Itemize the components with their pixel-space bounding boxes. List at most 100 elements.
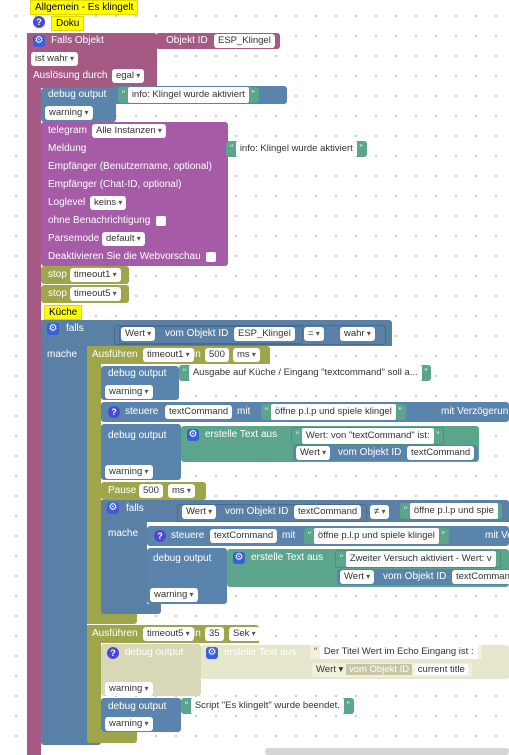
debug-level-6[interactable]: warning xyxy=(105,717,153,731)
telegram-label: telegram xyxy=(48,125,87,136)
string-block-2[interactable]: “ Ausgabe auf Küche / Eingang "textcomma… xyxy=(179,365,432,381)
gear-icon[interactable]: ⚙ xyxy=(206,647,218,659)
if-block-1-spine xyxy=(41,320,87,740)
timeout-block-5-bottom xyxy=(87,731,137,743)
gear-icon[interactable]: ⚙ xyxy=(33,35,45,47)
mache-label-2: mache xyxy=(108,528,139,539)
help-icon[interactable]: ? xyxy=(33,16,45,28)
ohne-benachrichtigung-checkbox[interactable] xyxy=(156,216,166,226)
object-id-field-3[interactable]: textCommand xyxy=(407,446,475,460)
object-id-field-2[interactable]: textCommand xyxy=(294,505,362,519)
webvorschau-checkbox[interactable] xyxy=(206,252,216,262)
parsemode-label: Parsemode xyxy=(48,233,100,244)
steuere-target-2[interactable]: textCommand xyxy=(210,529,278,543)
mit-label-1: mit xyxy=(237,406,251,417)
stop-label-2: stop xyxy=(48,288,67,299)
object-id-field-1[interactable]: ESP_Klingel xyxy=(234,327,295,341)
loglevel-label: Loglevel xyxy=(48,197,86,208)
timeout-name-dropdown-5[interactable]: timeout5 xyxy=(143,627,194,641)
timeout-name-dropdown-1[interactable]: timeout1 xyxy=(143,348,194,362)
debug-label-1: debug output xyxy=(48,89,107,100)
empfaenger-user-label: Empfänger (Benutzername, optional) xyxy=(48,161,212,172)
debug-level-3[interactable]: warning xyxy=(105,465,153,479)
empfaenger-chat-label: Empfänger (Chat-ID, optional) xyxy=(48,179,182,190)
steuere-label-1: steuere xyxy=(125,406,159,417)
in-label-5: in xyxy=(193,628,201,639)
gear-icon[interactable]: ⚙ xyxy=(107,502,119,514)
get-value-block-5[interactable]: Wert ▾ vom Objekt ID current title xyxy=(312,663,472,677)
condition-dropdown[interactable]: ist wahr xyxy=(31,52,78,66)
horizontal-scrollbar[interactable] xyxy=(265,748,509,755)
telegram-instance-dropdown[interactable]: Alle Instanzen xyxy=(92,124,166,138)
if-block-2-spine xyxy=(101,500,147,612)
debug-level-5[interactable]: warning xyxy=(105,682,153,696)
object-id-field-5[interactable]: current title xyxy=(414,664,468,675)
create-text-label-5: erstelle Text aus xyxy=(224,647,297,658)
timeout-value-5[interactable]: 35 xyxy=(205,627,224,641)
debug-label-2: debug output xyxy=(108,368,167,379)
create-text-label-3: erstelle Text aus xyxy=(205,429,278,440)
string-block-7[interactable]: “ Zweiter Versuch aktiviert - Wert: v xyxy=(335,550,501,568)
string-block-3[interactable]: “ öffne p.l.p und spiele klingel ” xyxy=(261,404,406,420)
pause-value[interactable]: 500 xyxy=(139,484,163,498)
help-icon[interactable]: ? xyxy=(107,647,119,659)
mit-label-2: mit xyxy=(282,530,296,541)
meldung-string-block[interactable]: “ info: Klingel wurde aktiviert ” xyxy=(226,141,367,157)
steuere-target-1[interactable]: textCommand xyxy=(165,405,233,419)
stop-timer-dropdown-2[interactable]: timeout5 xyxy=(70,287,121,301)
debug-level-1[interactable]: warning xyxy=(45,106,93,120)
debug-label-4: debug output xyxy=(153,553,212,564)
wert-dropdown-5[interactable]: Wert xyxy=(316,664,336,675)
stop-label-1: stop xyxy=(48,269,67,280)
gear-icon[interactable]: ⚙ xyxy=(187,429,199,441)
wert-dropdown-3[interactable]: Wert xyxy=(296,446,331,460)
timeout-block-1-spine xyxy=(87,346,101,624)
debug-level-4[interactable]: warning xyxy=(150,588,198,602)
gear-icon[interactable]: ⚙ xyxy=(233,552,245,564)
wert-dropdown-2[interactable]: Wert xyxy=(182,505,217,519)
pause-unit[interactable]: ms xyxy=(168,484,195,498)
string-block-9[interactable]: “ Script "Es klingelt" wurde beendet. ” xyxy=(181,698,354,714)
string-block-6[interactable]: “ öffne p.l.p und spiele klingel ” xyxy=(304,528,449,544)
ohne-benachrichtigung-label: ohne Benachrichtigung xyxy=(48,215,151,226)
operator-dropdown-2[interactable]: ≠ xyxy=(370,505,390,519)
mache-label-1: mache xyxy=(47,349,78,360)
timeout-unit-5[interactable]: Sek xyxy=(229,627,260,641)
wert-dropdown-1[interactable]: Wert xyxy=(121,327,156,341)
gear-icon[interactable]: ⚙ xyxy=(47,323,59,335)
help-icon[interactable]: ? xyxy=(108,406,120,418)
debug-label-3: debug output xyxy=(108,430,167,441)
meldung-label: Meldung xyxy=(48,143,87,154)
verzoegerung-label-2: mit Ve xyxy=(485,530,509,541)
string-block-4[interactable]: “ Wert: von "textCommand" ist: ” xyxy=(291,427,445,445)
comment-allgemein[interactable]: Allgemein - Es klingelt xyxy=(30,0,139,15)
ausloesung-dropdown[interactable]: egal xyxy=(112,69,145,83)
loglevel-dropdown[interactable]: keins xyxy=(90,196,127,210)
parsemode-dropdown[interactable]: default xyxy=(102,232,145,246)
operator-dropdown-1[interactable]: = xyxy=(304,327,324,341)
comment-kueche[interactable]: Küche xyxy=(44,305,83,320)
string-block-5[interactable]: “ öffne p.l.p und spie xyxy=(400,503,502,519)
timeout-block-5-spine xyxy=(87,625,101,737)
object-id-field-4[interactable]: textComman xyxy=(452,570,509,584)
pause-label: Pause xyxy=(108,485,137,496)
object-id-field[interactable]: ESP_Klingel xyxy=(214,34,275,48)
timeout-value-1[interactable]: 500 xyxy=(205,348,229,362)
timeout-unit-1[interactable]: ms xyxy=(233,348,260,362)
string-block-8[interactable]: “ Der Titel Wert im Echo Eingang ist : xyxy=(310,645,482,659)
stop-timer-dropdown-1[interactable]: timeout1 xyxy=(70,268,121,282)
wert-dropdown-4[interactable]: Wert xyxy=(340,570,375,584)
string-block-1[interactable]: “ info: Klingel wurde aktiviert ” xyxy=(118,87,259,103)
value-dropdown-1[interactable]: wahr xyxy=(340,327,375,341)
in-label-1: in xyxy=(193,349,201,360)
verzoegerung-label-1: mit Verzögerun xyxy=(441,406,509,417)
vom-objekt-label-2: vom Objekt ID xyxy=(225,506,289,517)
vom-objekt-label-1: vom Objekt ID xyxy=(165,328,229,339)
vom-objekt-label-3: vom Objekt ID xyxy=(338,447,402,458)
help-icon[interactable]: ? xyxy=(154,530,166,542)
object-id-label: Objekt ID xyxy=(166,35,208,46)
comment-doku[interactable]: Doku xyxy=(51,16,85,31)
debug-level-2[interactable]: warning xyxy=(105,385,153,399)
falls-label-2: falls xyxy=(126,503,144,514)
webvorschau-label: Deaktivieren Sie die Webvorschau xyxy=(48,251,201,262)
